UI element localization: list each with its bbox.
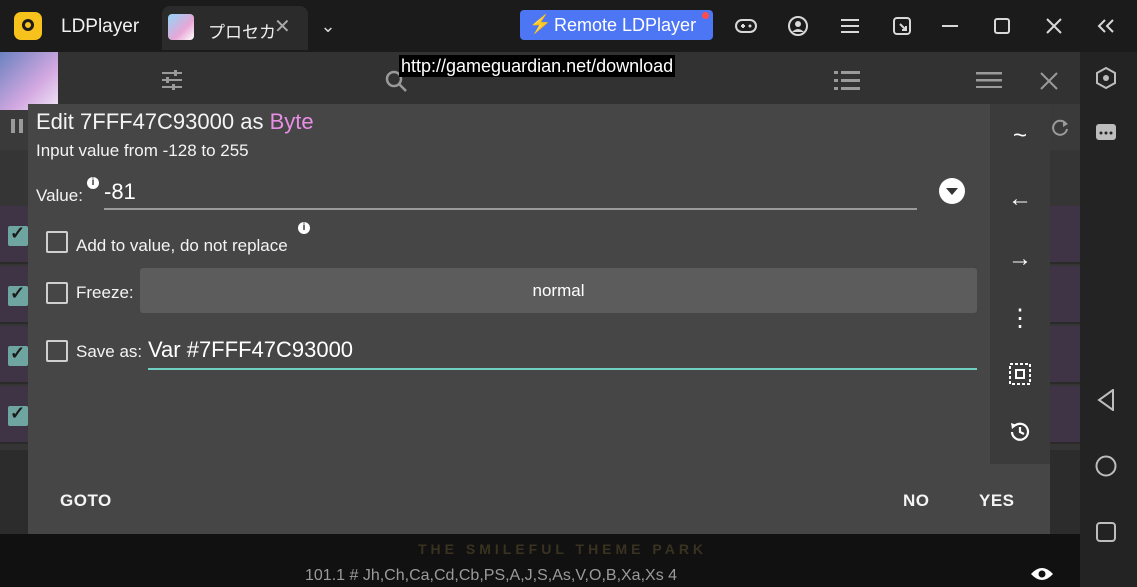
goto-button[interactable]: GOTO [60, 491, 112, 511]
more-vertical-icon[interactable]: ⋮ [1004, 302, 1036, 334]
arrow-right-icon[interactable]: → [1004, 243, 1036, 275]
list-icon [834, 71, 860, 90]
theme-park-text: THE SMILEFUL THEME PARK [418, 541, 708, 557]
gamepad-icon[interactable] [734, 14, 758, 38]
dialog-title-address: Edit 7FFF47C93000 as [36, 109, 270, 134]
gg-footer-status: 101.1 # Jh,Ch,Ca,Cd,Cb,PS,A,J,S,As,V,O,B… [305, 567, 678, 584]
value-label: Value: [36, 186, 83, 205]
row-checkbox[interactable] [8, 343, 28, 366]
tilde-icon[interactable]: ~ [1004, 120, 1036, 152]
value-input[interactable]: -81 [104, 178, 917, 210]
history-icon[interactable] [1004, 416, 1036, 448]
app-name: LDPlayer [61, 16, 140, 37]
info-icon[interactable]: i [298, 222, 310, 234]
remote-ldplayer-label: Remote LDPlayer [554, 14, 697, 35]
settings-hex-icon[interactable] [1094, 66, 1118, 90]
account-icon[interactable] [786, 14, 810, 38]
close-window-icon[interactable] [1042, 14, 1066, 38]
tab-prosekai[interactable]: プロセカ ✕ [162, 6, 308, 50]
maximize-icon[interactable] [990, 14, 1014, 38]
add-to-value-checkbox[interactable] [46, 231, 68, 253]
gg-app-avatar[interactable] [0, 52, 58, 110]
value-dropdown-icon[interactable] [939, 178, 965, 204]
recents-nav-icon[interactable] [1094, 520, 1118, 544]
menu-icon[interactable] [838, 14, 862, 38]
freeze-label: Freeze: [76, 283, 134, 302]
remote-ldplayer-button[interactable]: ⚡ Remote LDPlayer [520, 10, 713, 40]
ldplayer-logo-icon [14, 12, 42, 40]
edit-value-dialog [28, 104, 1050, 534]
pause-icon [11, 119, 23, 133]
select-all-icon[interactable] [1004, 358, 1036, 390]
tab-thumbnail [168, 14, 194, 40]
no-button[interactable]: NO [903, 491, 930, 511]
screenshot-icon[interactable] [890, 14, 914, 38]
lightning-icon: ⚡ [529, 14, 552, 34]
arrow-left-icon[interactable]: ← [1004, 183, 1036, 215]
tab-close-icon[interactable]: ✕ [274, 14, 291, 39]
eye-icon[interactable] [1030, 566, 1054, 582]
row-checkbox[interactable] [8, 403, 28, 426]
save-as-checkbox[interactable] [46, 340, 68, 362]
gg-close-icon [1040, 72, 1058, 90]
save-as-label: Save as: [76, 342, 143, 361]
back-nav-icon[interactable] [1094, 388, 1118, 412]
tab-label: プロセカ [208, 23, 276, 42]
filter-icon [162, 70, 182, 90]
tab-dropdown-icon[interactable]: ⌄ [316, 14, 340, 38]
save-as-input[interactable]: Var #7FFF47C93000 [148, 336, 977, 370]
dialog-title-type: Byte [269, 109, 314, 134]
gg-menu-icon [976, 72, 1002, 88]
row-checkbox[interactable] [8, 283, 28, 306]
value-range-hint: Input value from -128 to 255 [36, 141, 249, 160]
minimize-icon[interactable] [938, 14, 962, 38]
yes-button[interactable]: YES [979, 491, 1015, 511]
title-bar: LDPlayer プロセカ ✕ ⌄ ⚡ Remote LDPlayer [0, 0, 1137, 52]
collapse-sidebar-icon[interactable] [1094, 14, 1118, 38]
freeze-checkbox[interactable] [46, 282, 68, 304]
add-to-value-label: Add to value, do not replace [76, 236, 288, 255]
home-nav-icon[interactable] [1094, 454, 1118, 478]
info-icon[interactable]: i [87, 177, 99, 189]
refresh-icon [1052, 119, 1068, 136]
download-url-text: http://gameguardian.net/download [399, 55, 676, 77]
dialog-title: Edit 7FFF47C93000 as Byte [36, 109, 314, 135]
dialog-side-toolbar [990, 104, 1050, 464]
notification-dot [702, 12, 709, 19]
row-checkbox[interactable] [8, 223, 28, 246]
freeze-mode-select[interactable]: normal [140, 268, 977, 313]
more-apps-icon[interactable] [1094, 120, 1118, 144]
